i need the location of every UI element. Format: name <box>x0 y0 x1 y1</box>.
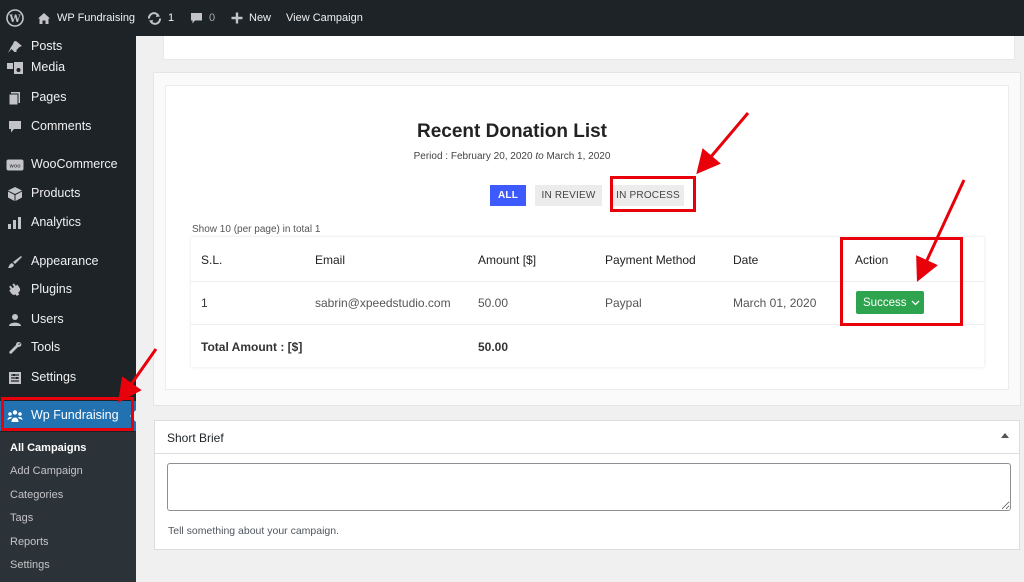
table-row-method: Paypal <box>605 296 642 310</box>
pin-icon <box>6 39 24 55</box>
sidebar-item-analytics[interactable]: Analytics <box>0 209 136 237</box>
total-amount-label: Total Amount : [$] <box>201 340 303 354</box>
sidebar-item-label: Pages <box>31 90 67 104</box>
svg-text:woo: woo <box>9 164 21 170</box>
wordpress-logo-button[interactable]: W <box>6 0 24 36</box>
wordpress-icon: W <box>6 9 24 27</box>
submenu-categories[interactable]: Categories <box>10 489 63 501</box>
sidebar-item-media[interactable]: Media <box>0 54 136 82</box>
admin-bar: W WP Fundraising 1 0 New View Campaign <box>0 0 1024 36</box>
plugins-icon <box>6 282 24 298</box>
updates-count: 1 <box>168 12 175 24</box>
collapse-arrow-icon[interactable] <box>1001 433 1009 438</box>
pages-icon <box>6 90 24 106</box>
period-end: March 1, 2020 <box>546 151 611 162</box>
filter-in-review-button[interactable]: IN REVIEW <box>535 185 602 206</box>
pagination-info: Show 10 (per page) in total 1 <box>192 224 321 235</box>
submenu-add-campaign[interactable]: Add Campaign <box>10 465 83 477</box>
sidebar-item-label: Plugins <box>31 282 72 296</box>
comments-link[interactable]: 0 <box>190 0 215 36</box>
submenu-settings[interactable]: Settings <box>10 559 50 571</box>
short-brief-header[interactable]: Short Brief <box>155 421 1019 454</box>
period-start: Period : February 20, 2020 <box>413 151 533 162</box>
column-header-email: Email <box>315 253 346 267</box>
users-icon <box>6 312 24 328</box>
highlight-box-action <box>840 237 963 326</box>
donation-list-title: Recent Donation List <box>416 121 607 142</box>
view-campaign-link[interactable]: View Campaign <box>286 0 363 36</box>
view-campaign-label: View Campaign <box>286 12 363 24</box>
table-row-amount: 50.00 <box>478 296 509 310</box>
table-row-date: March 01, 2020 <box>733 296 817 310</box>
column-header-payment-method: Payment Method <box>605 253 696 267</box>
sidebar-item-pages[interactable]: Pages <box>0 84 136 112</box>
period-range: Period : February 20, 2020 to March 1, 2… <box>0 151 1024 162</box>
products-icon <box>6 186 24 202</box>
sidebar-item-label: Settings <box>31 370 77 384</box>
table-row-email: sabrin@xpeedstudio.com <box>315 296 451 310</box>
highlight-box-sidebar <box>1 397 134 431</box>
sidebar-item-plugins[interactable]: Plugins <box>0 276 136 304</box>
short-brief-help-text: Tell something about your campaign. <box>168 525 340 537</box>
media-icon <box>6 60 24 76</box>
column-header-date: Date <box>733 253 759 267</box>
home-icon <box>37 12 51 25</box>
tools-icon <box>6 340 24 356</box>
submenu-reports[interactable]: Reports <box>10 536 49 548</box>
settings-icon <box>6 370 24 386</box>
appearance-icon <box>6 254 24 270</box>
sidebar-item-label: Tools <box>31 340 61 354</box>
analytics-icon <box>6 215 24 231</box>
sidebar-item-label: Appearance <box>31 254 99 268</box>
comments-icon <box>190 12 203 25</box>
period-to: to <box>535 151 544 162</box>
sidebar-item-tools[interactable]: Tools <box>0 334 136 362</box>
new-label: New <box>249 12 272 24</box>
sidebar-item-settings[interactable]: Settings <box>0 364 136 392</box>
submenu-tags[interactable]: Tags <box>10 512 33 524</box>
previous-panel-bottom <box>163 36 1015 60</box>
sidebar-item-label: Analytics <box>31 215 82 229</box>
plus-icon <box>231 12 243 24</box>
site-name-label: WP Fundraising <box>57 12 136 24</box>
sidebar-item-users[interactable]: Users <box>0 306 136 334</box>
comments-count: 0 <box>209 12 216 24</box>
fundraising-submenu: All Campaigns Add Campaign Categories Ta… <box>0 432 136 582</box>
updates-link[interactable]: 1 <box>147 0 174 36</box>
sidebar-item-appearance[interactable]: Appearance <box>0 248 136 276</box>
filter-all-button[interactable]: ALL <box>490 185 526 206</box>
sidebar-item-label: Users <box>31 312 64 326</box>
updates-icon <box>147 11 162 25</box>
short-brief-metabox: Short Brief Tell something about your ca… <box>154 420 1020 550</box>
short-brief-textarea[interactable] <box>167 463 1011 511</box>
sidebar-item-label: Products <box>31 186 81 200</box>
sidebar-item-label: Media <box>31 60 66 74</box>
short-brief-title: Short Brief <box>167 431 224 445</box>
new-content-link[interactable]: New <box>231 0 271 36</box>
site-name-link[interactable]: WP Fundraising <box>37 0 135 36</box>
sidebar-item-products[interactable]: Products <box>0 180 136 208</box>
table-row-sl: 1 <box>201 296 208 310</box>
column-header-sl: S.L. <box>201 253 223 267</box>
svg-text:W: W <box>8 14 21 25</box>
submenu-all-campaigns[interactable]: All Campaigns <box>10 442 86 454</box>
sidebar-item-label: Posts <box>31 39 63 53</box>
total-amount-value: 50.00 <box>478 340 509 354</box>
highlight-box-in-process <box>610 176 696 212</box>
column-header-amount: Amount [$] <box>478 253 537 267</box>
